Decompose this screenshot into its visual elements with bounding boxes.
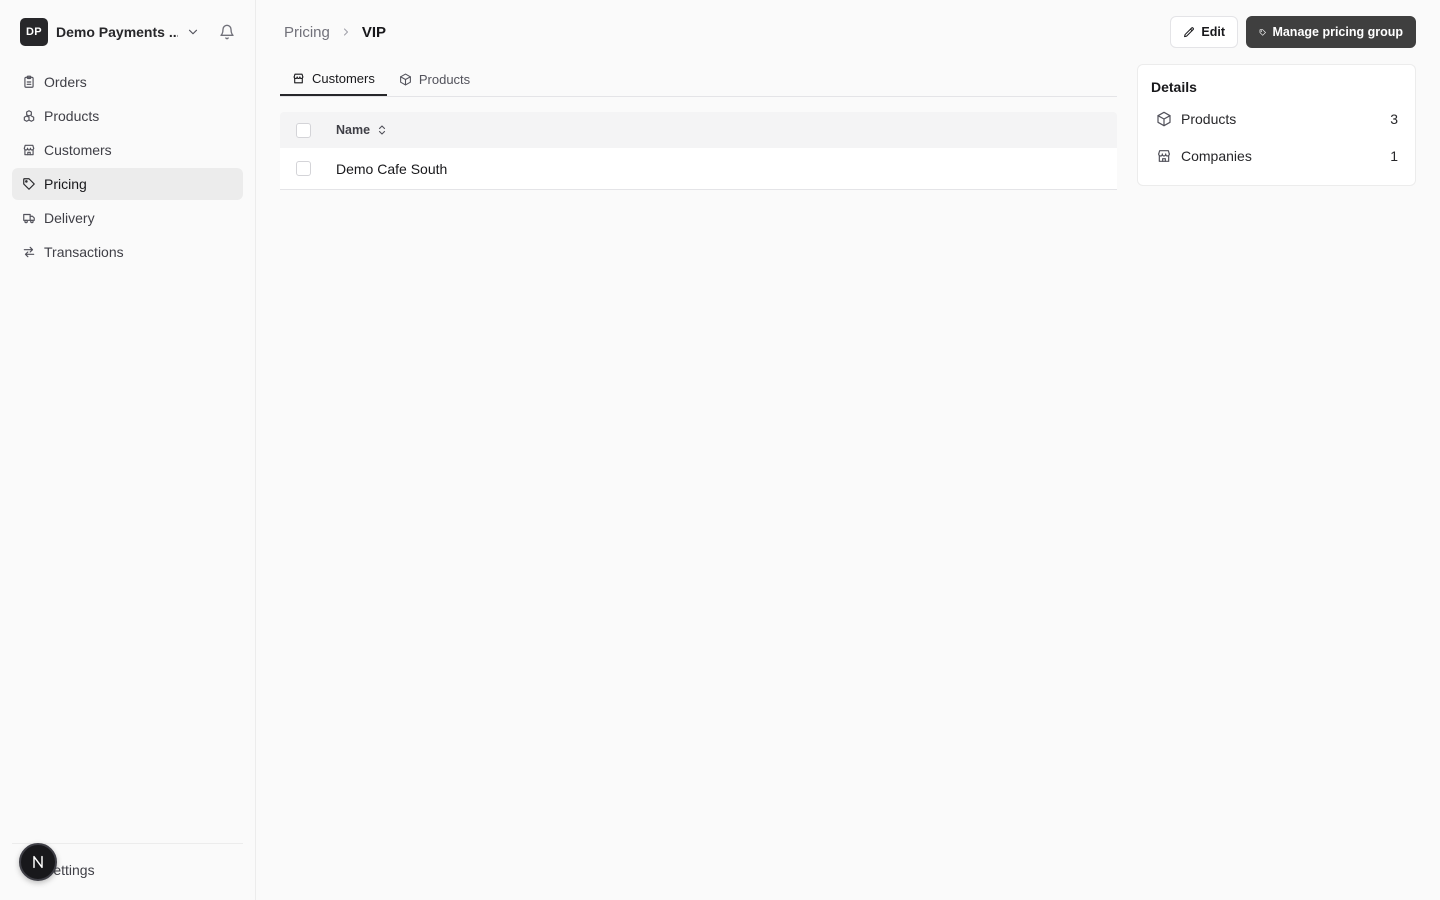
details-title: Details: [1151, 79, 1197, 95]
sidebar-item-transactions[interactable]: Transactions: [12, 236, 243, 268]
name-column-header[interactable]: Name: [336, 123, 388, 137]
truck-icon: [23, 213, 35, 224]
boxes-icon: [23, 110, 35, 122]
sidebar-item-label: Customers: [44, 142, 112, 158]
bell-icon[interactable]: [219, 24, 235, 40]
tag-icon: [23, 178, 35, 190]
org-name: Demo Payments ...: [56, 24, 178, 40]
tab-label: Products: [418, 71, 471, 87]
sidebar-item-products[interactable]: Products: [12, 100, 243, 132]
pencil-icon: [1184, 26, 1194, 37]
page-title: VIP: [361, 23, 387, 41]
n-logo-icon: [33, 855, 43, 869]
store-icon: [1158, 150, 1170, 162]
chevron-right-icon: [343, 28, 348, 36]
sidebar-item-label: Pricing: [44, 176, 87, 192]
sidebar-nav: Orders Products Customers Pricing Delive…: [12, 66, 243, 270]
table-header: Name: [280, 112, 1117, 148]
detail-count: 3: [1390, 111, 1398, 127]
breadcrumb: Pricing VIP: [284, 21, 386, 43]
row-checkbox[interactable]: [296, 161, 311, 176]
clipboard-icon: [24, 75, 34, 88]
main-content: Pricing VIP Edit Manage pricing group Cu…: [257, 0, 1440, 900]
column-label: Name: [336, 123, 371, 137]
detail-row-companies: Companies 1: [1156, 148, 1398, 164]
manage-pricing-group-button[interactable]: Manage pricing group: [1246, 16, 1416, 48]
sidebar-item-orders[interactable]: Orders: [12, 66, 243, 98]
arrows-icon: [23, 246, 35, 258]
breadcrumb-pricing-link[interactable]: Pricing: [284, 24, 330, 41]
sidebar-item-label: Transactions: [44, 244, 124, 260]
sidebar-item-label: Orders: [44, 74, 87, 90]
edit-button[interactable]: Edit: [1170, 16, 1238, 48]
chevron-down-icon: [188, 29, 198, 35]
tab-customers[interactable]: Customers: [280, 62, 387, 96]
customer-name: Demo Cafe South: [336, 160, 448, 177]
org-avatar: DP: [20, 18, 48, 46]
details-panel: Details Products 3 Companies 1: [1137, 64, 1416, 186]
detail-count: 1: [1390, 148, 1398, 164]
edit-button-label: Edit: [1201, 25, 1225, 39]
manage-button-label: Manage pricing group: [1272, 25, 1403, 39]
assistant-launcher-button[interactable]: [19, 843, 57, 881]
customers-table: Name Demo Cafe South: [280, 112, 1117, 190]
package-icon: [1157, 111, 1171, 127]
sidebar-item-delivery[interactable]: Delivery: [12, 202, 243, 234]
detail-row-products: Products 3: [1156, 111, 1398, 127]
tab-label: Customers: [312, 70, 375, 86]
sidebar-item-label: Delivery: [44, 210, 95, 226]
package-icon: [399, 73, 411, 85]
sidebar-item-customers[interactable]: Customers: [12, 134, 243, 166]
sidebar: DP Demo Payments ... Orders Products Cus…: [0, 0, 256, 900]
sidebar-item-pricing[interactable]: Pricing: [12, 168, 243, 200]
store-icon: [23, 144, 35, 156]
detail-label: Products: [1181, 111, 1237, 127]
detail-label: Companies: [1181, 148, 1252, 164]
store-icon: [293, 73, 304, 83]
sidebar-item-label: Products: [44, 108, 100, 124]
table-row[interactable]: Demo Cafe South: [280, 148, 1117, 190]
sort-icon: [378, 125, 386, 135]
org-switcher[interactable]: DP Demo Payments ...: [20, 18, 210, 46]
tab-products[interactable]: Products: [387, 62, 482, 96]
tab-bar: Customers Products: [280, 62, 1117, 97]
select-all-checkbox[interactable]: [296, 122, 311, 138]
tag-icon: [1259, 28, 1266, 36]
